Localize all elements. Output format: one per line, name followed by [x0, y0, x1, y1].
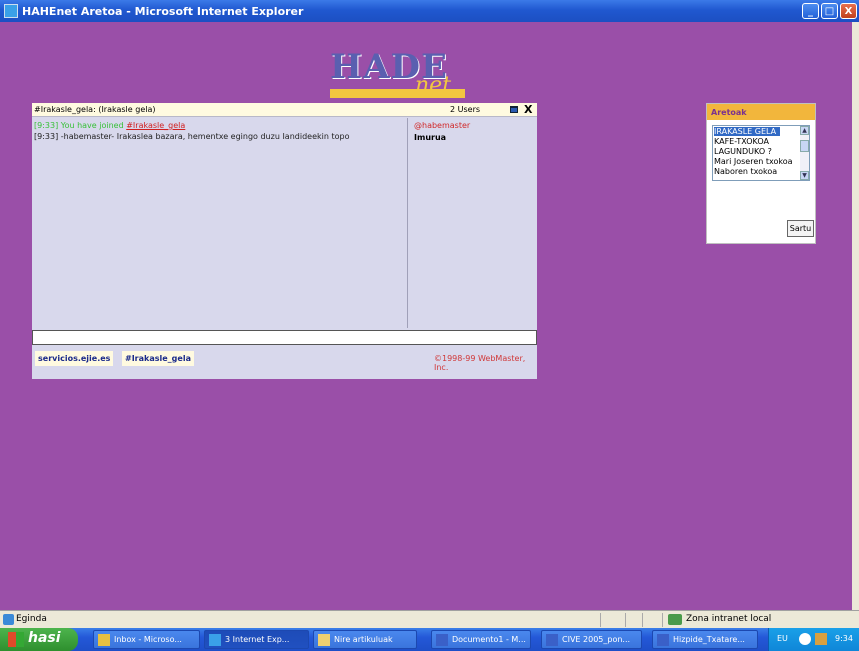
room-item[interactable]: IRAKASLE GELA	[714, 127, 781, 136]
page-icon	[3, 614, 14, 625]
window-title: HAHEnet Aretoa - Microsoft Internet Expl…	[22, 4, 304, 18]
room-item[interactable]: LAGUNDUKO ?	[714, 147, 772, 156]
clock: 9:34	[835, 634, 853, 643]
room-item[interactable]: Mari Joseren txokoa	[714, 157, 793, 166]
rooms-listbox[interactable]: IRAKASLE GELA KAFE-TXOKOA LAGUNDUKO ? Ma…	[712, 125, 810, 181]
word-document-icon	[436, 634, 448, 646]
taskbar: hasi Inbox - Microso... 3 Internet Exp..…	[0, 628, 859, 651]
user-list-item[interactable]: @habemaster	[414, 121, 470, 130]
chat-message: [9:33] You have joined #Irakasle_gela	[34, 121, 185, 130]
status-divider	[662, 613, 663, 627]
internet-explorer-icon	[4, 4, 18, 18]
channel-tabs: servicios.ejie.es #Irakasle_gela ©1998-9…	[32, 347, 537, 379]
scroll-up-icon[interactable]: ▲	[800, 126, 809, 135]
taskbar-item[interactable]: Documento1 - M...	[431, 630, 531, 649]
word-document-icon	[657, 634, 669, 646]
tray-app-icon[interactable]	[815, 633, 827, 645]
message-input[interactable]	[32, 330, 537, 345]
taskbar-item-label: 3 Internet Exp...	[225, 635, 290, 644]
room-item[interactable]: Naboren txokoa	[714, 167, 777, 176]
status-divider	[600, 613, 601, 627]
taskbar-item-label: Documento1 - M...	[452, 635, 526, 644]
internet-explorer-icon	[209, 634, 221, 646]
user-list: @habemaster Imurua	[414, 121, 470, 145]
hadenet-logo: HADE net	[330, 47, 500, 102]
outlook-icon	[98, 634, 110, 646]
window-controls: _ □ X	[802, 3, 857, 19]
taskbar-item-label: CIVE 2005_pon...	[562, 635, 631, 644]
scroll-thumb[interactable]	[800, 140, 809, 152]
room-item[interactable]: KAFE-TXOKOA	[714, 137, 769, 146]
rooms-panel: Aretoak IRAKASLE GELA KAFE-TXOKOA LAGUND…	[706, 103, 816, 244]
windows-logo-icon	[8, 632, 24, 647]
chat-close-button[interactable]: X	[524, 103, 532, 116]
status-divider	[642, 613, 643, 627]
chat-panel: #Irakasle_gela: (Irakasle gela) 2 Users …	[32, 103, 537, 379]
users-count: 2 Users	[450, 105, 481, 114]
rooms-scrollbar[interactable]: ▲ ▼	[800, 126, 809, 180]
copyright-text: ©1998-99 WebMaster, Inc.	[434, 354, 526, 372]
language-indicator[interactable]: EU	[777, 634, 788, 643]
start-button[interactable]: hasi	[0, 628, 78, 651]
message-area[interactable]: [9:33] You have joined #Irakasle_gela [9…	[32, 118, 408, 328]
security-zone: Zona intranet local	[686, 614, 772, 624]
page-content: HADE net #Irakasle_gela: (Irakasle gela)…	[0, 22, 852, 610]
taskbar-item-label: Hizpide_Txatare...	[673, 635, 745, 644]
status-bar: Eginda Zona intranet local	[0, 610, 859, 628]
window-title-bar[interactable]: HAHEnet Aretoa - Microsoft Internet Expl…	[0, 0, 859, 22]
tab-server[interactable]: servicios.ejie.es	[35, 351, 114, 366]
network-icon[interactable]	[799, 633, 811, 645]
join-room-button[interactable]: Sartu	[787, 220, 814, 237]
taskbar-item[interactable]: CIVE 2005_pon...	[541, 630, 642, 649]
page-scrollbar[interactable]	[852, 22, 859, 610]
system-tray: EU 9:34	[768, 628, 859, 651]
minimize-button[interactable]: _	[802, 3, 819, 19]
chat-header: #Irakasle_gela: (Irakasle gela) 2 Users …	[32, 103, 537, 117]
maximize-button[interactable]: □	[821, 3, 838, 19]
taskbar-item[interactable]: 3 Internet Exp...	[204, 630, 309, 649]
start-label: hasi	[28, 630, 61, 646]
scroll-down-icon[interactable]: ▼	[800, 171, 809, 180]
tab-channel[interactable]: #Irakasle_gela	[122, 351, 194, 366]
taskbar-item-label: Nire artikuluak	[334, 635, 393, 644]
folder-icon	[318, 634, 330, 646]
message-text: [9:33] You have joined	[34, 121, 127, 130]
taskbar-item[interactable]: Nire artikuluak	[313, 630, 417, 649]
intranet-zone-icon	[668, 614, 682, 625]
status-text: Eginda	[16, 614, 47, 624]
word-document-icon	[546, 634, 558, 646]
channel-title: #Irakasle_gela: (Irakasle gela)	[34, 105, 156, 114]
close-button[interactable]: X	[840, 3, 857, 19]
logo-script: net	[415, 73, 452, 98]
chat-message: [9:33] -habemaster- Irakaslea bazara, he…	[34, 132, 350, 141]
taskbar-item-label: Inbox - Microso...	[114, 635, 182, 644]
user-list-item[interactable]: Imurua	[414, 133, 470, 142]
restore-icon[interactable]	[510, 106, 518, 113]
taskbar-item[interactable]: Hizpide_Txatare...	[652, 630, 758, 649]
rooms-title: Aretoak	[707, 104, 815, 120]
taskbar-item[interactable]: Inbox - Microso...	[93, 630, 200, 649]
channel-link[interactable]: #Irakasle_gela	[126, 121, 185, 130]
status-divider	[625, 613, 626, 627]
